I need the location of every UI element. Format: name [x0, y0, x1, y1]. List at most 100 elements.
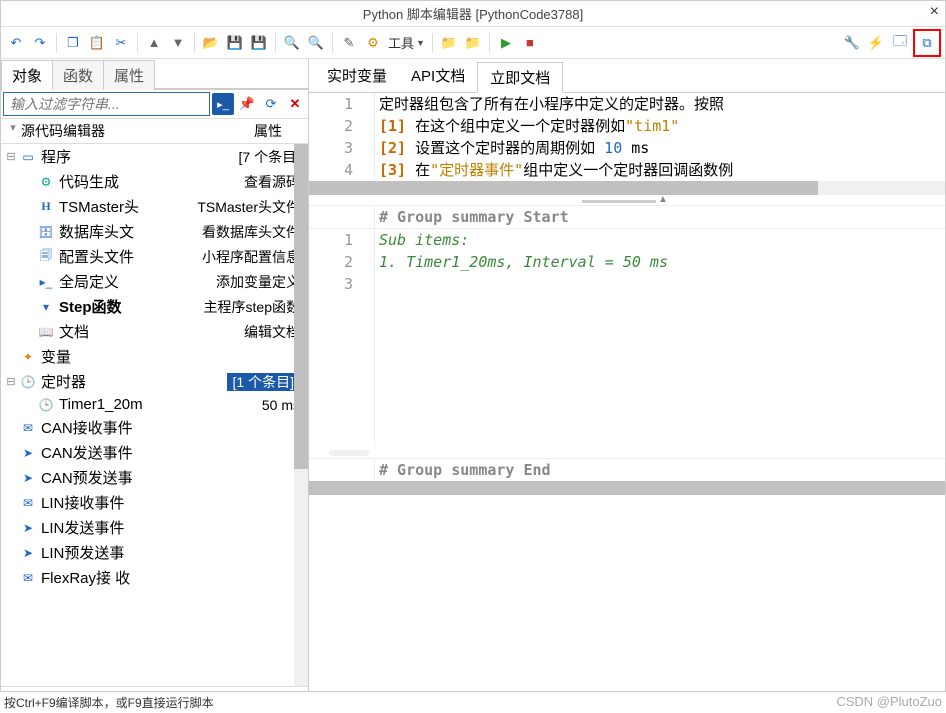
tab-realtime-vars[interactable]: 实时变量	[315, 61, 399, 92]
tree-col1: 源代码编辑器	[21, 121, 105, 141]
book-icon: 📖	[37, 324, 55, 340]
left-tabs: 对象 函数 属性	[1, 59, 308, 90]
close-icon[interactable]: ×	[930, 3, 939, 21]
line-gutter: 123	[309, 229, 363, 446]
edit-icon[interactable]: ✎	[338, 32, 360, 54]
step-icon: ▾	[37, 299, 55, 315]
undo-icon[interactable]: ↶	[5, 32, 27, 54]
expand-icon[interactable]: ⊟	[5, 150, 17, 163]
filter-input[interactable]	[3, 92, 210, 116]
clear-filter-icon[interactable]: ✕	[284, 93, 306, 115]
tab-properties[interactable]: 属性	[103, 60, 155, 90]
save-as-icon[interactable]: 💾	[248, 32, 270, 54]
tree-scrollbar[interactable]	[294, 144, 308, 686]
bolt-icon[interactable]: ⚡	[865, 32, 887, 54]
run-filter-icon[interactable]: ▸_	[212, 93, 234, 115]
tree-row-codegen[interactable]: ⚙ 代码生成 查看源码	[1, 169, 308, 194]
send-icon: ➤	[19, 470, 37, 486]
pin-icon[interactable]: 📌	[236, 93, 258, 115]
main-toolbar: ↶ ↷ ❐ 📋 ✂ ▲ ▼ 📂 💾 💾 🔍 🔍 ✎ ⚙ 工具 ▼ 📁 📁 ▶ ■…	[1, 27, 945, 59]
tree[interactable]: ⊟ ▭ 程序 [7 个条目] ⚙ 代码生成 查看源码 H TSMaster头 T…	[1, 144, 308, 686]
save-icon[interactable]: 💾	[224, 32, 246, 54]
tree-row-db[interactable]: 🗄 数据库头文 看数据库头文件	[1, 219, 308, 244]
refresh-icon[interactable]: ⟳	[260, 93, 282, 115]
inbox-icon: ✉	[19, 570, 37, 586]
tab-api-doc[interactable]: API文档	[399, 61, 477, 92]
collapse-handle[interactable]	[329, 450, 369, 456]
doc-editor[interactable]: 1234 定时器组包含了所有在小程序中定义的定时器。按照 [1] 在这个组中定义…	[309, 93, 945, 181]
window-title: Python 脚本编辑器 [PythonCode3788]	[363, 4, 583, 23]
cut-icon[interactable]: ✂	[110, 32, 132, 54]
tree-row-step[interactable]: ▾ Step函数 主程序step函数	[1, 294, 308, 319]
export-icon[interactable]: ⧉	[916, 32, 938, 54]
watermark: CSDN @PlutoZuo	[836, 694, 942, 711]
window-icon[interactable]: 🗔	[889, 32, 911, 54]
tree-row-conf[interactable]: 🗐 配置头文件 小程序配置信息	[1, 244, 308, 269]
program-icon: ▭	[19, 149, 37, 165]
tree-row-lintx[interactable]: ➤ LIN发送事件	[1, 515, 308, 540]
tree-row-vars[interactable]: ✦ 变量	[1, 344, 308, 369]
tree-row-timer1[interactable]: 🕒 Timer1_20m 50 ms	[1, 394, 308, 415]
tree-row-global[interactable]: ▸_ 全局定义 添加变量定义	[1, 269, 308, 294]
tree-header: ▾ 源代码编辑器 属性	[1, 119, 308, 144]
run-icon[interactable]: ▶	[495, 32, 517, 54]
tree-row-program[interactable]: ⊟ ▭ 程序 [7 个条目]	[1, 144, 308, 169]
tree-col2: 属性	[254, 121, 302, 141]
highlighted-button[interactable]: ⧉	[913, 29, 941, 57]
paste-icon[interactable]: 📋	[86, 32, 108, 54]
sep	[332, 33, 333, 53]
clock-icon: 🕒	[37, 397, 55, 413]
global-icon: ▸_	[37, 274, 55, 290]
footer-status: 按Ctrl+F9编译脚本，或F9直接运行脚本 CSDN @PlutoZuo	[0, 691, 946, 713]
sep	[194, 33, 195, 53]
line-gutter: 1234	[309, 93, 363, 181]
gear-icon[interactable]: ⚙	[362, 32, 384, 54]
folder-icon[interactable]: 📁	[462, 32, 484, 54]
expand-icon[interactable]: ⊟	[5, 375, 17, 388]
tools-menu[interactable]: 工具 ▼	[386, 33, 427, 52]
right-tabs: 实时变量 API文档 立即文档	[309, 59, 945, 92]
titlebar: Python 脚本编辑器 [PythonCode3788] ×	[1, 1, 945, 27]
clock-icon: 🕒	[19, 374, 37, 390]
gear-icon: ⚙	[37, 174, 55, 190]
open-icon[interactable]: 📂	[200, 32, 222, 54]
resize-handle[interactable]: ▲	[309, 195, 945, 205]
sep	[489, 33, 490, 53]
tree-row-linrx[interactable]: ✉ LIN接收事件	[1, 490, 308, 515]
stop-icon[interactable]: ■	[519, 32, 541, 54]
tab-instant-doc[interactable]: 立即文档	[477, 62, 563, 93]
tree-row-linpre[interactable]: ➤ LIN预发送事	[1, 540, 308, 565]
search-icon[interactable]: 🔍	[281, 32, 303, 54]
tree-row-timer[interactable]: ⊟ 🕒 定时器 [1 个条目]	[1, 369, 308, 394]
send-icon: ➤	[19, 445, 37, 461]
down-icon[interactable]: ▼	[167, 32, 189, 54]
tab-objects[interactable]: 对象	[1, 60, 53, 90]
sep	[275, 33, 276, 53]
copy-icon[interactable]: ❐	[62, 32, 84, 54]
summary-header: # Group summary Start	[309, 205, 945, 228]
header-icon: H	[37, 199, 55, 215]
tree-row-canrx[interactable]: ✉ CAN接收事件	[1, 415, 308, 440]
inbox-icon: ✉	[19, 420, 37, 436]
h-scrollbar[interactable]	[309, 181, 945, 195]
summary-end: # Group summary End	[309, 458, 945, 481]
chevron-down-icon: ▼	[416, 38, 425, 48]
sep	[432, 33, 433, 53]
send-icon: ➤	[19, 545, 37, 561]
tab-functions[interactable]: 函数	[52, 60, 104, 90]
tree-row-doc[interactable]: 📖 文档 编辑文档	[1, 319, 308, 344]
tree-row-flexray[interactable]: ✉ FlexRay接 收	[1, 565, 308, 590]
redo-icon[interactable]: ↷	[29, 32, 51, 54]
tree-row-tsmaster[interactable]: H TSMaster头 TSMaster头文件	[1, 194, 308, 219]
tree-row-cantx[interactable]: ➤ CAN发送事件	[1, 440, 308, 465]
summary-editor[interactable]: 123 Sub items: 1. Timer1_20ms, Interval …	[309, 228, 945, 446]
tree-row-canpre[interactable]: ➤ CAN预发送事	[1, 465, 308, 490]
h-scrollbar[interactable]	[309, 481, 945, 495]
sep	[56, 33, 57, 53]
search-next-icon[interactable]: 🔍	[305, 32, 327, 54]
up-icon[interactable]: ▲	[143, 32, 165, 54]
sep	[137, 33, 138, 53]
wrench-icon[interactable]: 🔧	[841, 32, 863, 54]
conf-icon: 🗐	[37, 249, 55, 265]
folder-open-icon[interactable]: 📁	[438, 32, 460, 54]
